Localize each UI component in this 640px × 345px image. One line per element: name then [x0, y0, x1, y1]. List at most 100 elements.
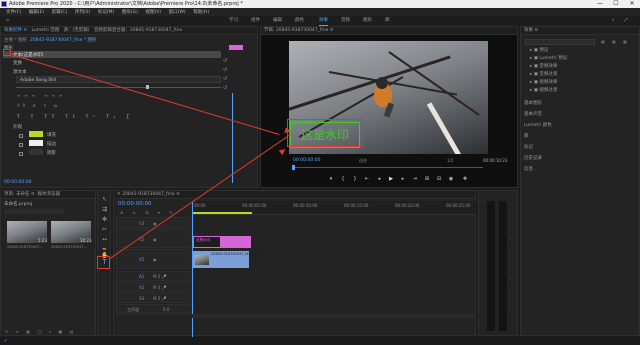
- timeline-tool-icons[interactable]: ⊕ ⊳ ⊞ ▾ ✎: [120, 210, 177, 215]
- project-search-input[interactable]: [4, 209, 64, 214]
- workspace-tab-color[interactable]: 颜色: [295, 16, 304, 25]
- mute-icon[interactable]: M S 🎤: [153, 285, 167, 290]
- tracking-controls[interactable]: VA ⇵ ↕ ⇆: [17, 103, 60, 108]
- effects-tree-item[interactable]: ▸ ▣ 音频过渡: [530, 71, 557, 77]
- video-clip-v1[interactable]: 20845-918730047_fine.mp4 [V]: [193, 251, 267, 268]
- export-frame-button[interactable]: ◉: [447, 176, 455, 182]
- source-text-item[interactable]: 源文本: [13, 69, 27, 75]
- settings-icon[interactable]: ✚: [461, 176, 469, 182]
- lift-button[interactable]: ⊞: [423, 176, 431, 182]
- effects-view-icons[interactable]: ▦ ▦ ▦: [601, 39, 630, 44]
- panel-section-history[interactable]: 历史记录: [524, 155, 542, 161]
- menu-file[interactable]: 文件(F): [6, 10, 21, 15]
- work-area-bar[interactable]: [192, 212, 252, 214]
- timeline-title-text[interactable]: 20845-918730047_fine ≡: [122, 192, 180, 197]
- font-dropdown[interactable]: Adobe Song Std: [16, 76, 221, 83]
- effects-tree-item[interactable]: ▸ ▣ 视频过渡: [530, 87, 557, 93]
- menu-help[interactable]: 帮助(H): [193, 10, 209, 15]
- panel-section-info[interactable]: 信息: [524, 166, 533, 172]
- program-playhead[interactable]: [292, 165, 295, 170]
- track-header-a3[interactable]: A3 M S 🎤: [116, 293, 191, 303]
- ripple-edit-tool-icon[interactable]: ✥: [101, 216, 108, 223]
- tab-effect-controls[interactable]: 效果控件 ≡: [4, 28, 27, 33]
- panel-section-essential-graphics[interactable]: 基本图形: [524, 100, 542, 106]
- shadow-checkbox[interactable]: [19, 151, 25, 157]
- menu-marker[interactable]: 标记(M): [98, 10, 114, 15]
- program-timecode[interactable]: 00:00:00:00: [293, 158, 320, 163]
- go-to-in-button[interactable]: ⇤: [363, 176, 371, 182]
- program-scrubber[interactable]: [293, 167, 483, 168]
- timeline-ruler[interactable]: 00:00 00:00:05:00 00:00:10:00 00:00:15:0…: [192, 201, 476, 215]
- slip-tool-icon[interactable]: ↔: [101, 236, 108, 243]
- clip-line[interactable]: 20845-918730047_fine * 图形: [30, 38, 97, 43]
- step-forward-button[interactable]: ▸: [399, 176, 407, 182]
- menu-graphics[interactable]: 图形(G): [122, 10, 138, 15]
- step-back-button[interactable]: ◂: [375, 176, 383, 182]
- menu-view[interactable]: 视图(V): [145, 10, 161, 15]
- title-clip-left[interactable]: 这是水印: [193, 236, 221, 248]
- marker-button[interactable]: ▾: [327, 176, 335, 182]
- fit-dropdown[interactable]: 适合: [359, 158, 367, 164]
- effects-tree-item[interactable]: ▸ ▣ 视频效果: [530, 79, 557, 85]
- search-icon[interactable]: ⌕: [612, 16, 615, 25]
- mark-out-button[interactable]: }: [351, 176, 359, 182]
- mini-playhead[interactable]: [232, 93, 233, 183]
- eye-icon[interactable]: ◉: [153, 237, 157, 242]
- menu-edit[interactable]: 编辑(E): [29, 10, 44, 15]
- timeline-timecode[interactable]: 00:00:00:00: [118, 201, 152, 207]
- mute-icon[interactable]: M S 🎤: [153, 274, 167, 279]
- tab-project[interactable]: 项目: 未命名 ≡: [4, 192, 35, 197]
- transform-item[interactable]: 变换: [13, 60, 22, 66]
- workspace-tab-graphics[interactable]: 图形: [363, 16, 372, 25]
- workspace-tab-assembly[interactable]: 组件: [251, 16, 260, 25]
- close-button[interactable]: ✕: [624, 0, 640, 8]
- fill-checkbox[interactable]: [19, 133, 25, 139]
- shadow-color-swatch[interactable]: [29, 149, 43, 155]
- project-footer-icons[interactable]: ✎ ≡ ▦ ◯ ⌕ ▣ ▤: [5, 329, 76, 334]
- effects-tree-item[interactable]: ▸ ▣ Lumetri 预设: [530, 55, 567, 61]
- reset-icons[interactable]: ↺ ↺ ↺ ↺: [223, 57, 227, 93]
- track-select-tool-icon[interactable]: ⇶: [101, 206, 108, 213]
- workspace-tab-audio[interactable]: 音频: [341, 16, 350, 25]
- tab-audio-mixer[interactable]: 音频剪辑混合器：20845-918730047_fine: [94, 28, 182, 33]
- workspace-tab-effects[interactable]: 效果: [319, 16, 328, 26]
- menu-sequence[interactable]: 序列(S): [75, 10, 90, 15]
- track-header-a1[interactable]: A1 M S 🎤: [116, 271, 191, 281]
- stroke-color-swatch[interactable]: [29, 140, 43, 146]
- panel-section-essential-sound[interactable]: 基本声音: [524, 111, 542, 117]
- effects-search-input[interactable]: [525, 39, 595, 45]
- effects-panel-title-text[interactable]: 效果 ≡: [524, 28, 538, 33]
- workspace-tab-libraries[interactable]: 库: [385, 16, 390, 25]
- program-monitor-title-text[interactable]: 节目: 20845-918730047_fine ≡: [264, 28, 334, 33]
- quality-dropdown[interactable]: 1/2: [447, 158, 453, 163]
- extract-button[interactable]: ⊟: [435, 176, 443, 182]
- minimize-button[interactable]: —: [592, 0, 608, 8]
- fill-color-swatch[interactable]: [29, 131, 43, 137]
- effects-tree-item[interactable]: ▸ ▣ 预设: [530, 47, 548, 53]
- eye-icon[interactable]: ◉: [153, 257, 157, 262]
- home-icon[interactable]: ⌂: [6, 16, 9, 25]
- menu-clip[interactable]: 剪辑(C): [52, 10, 68, 15]
- master-value[interactable]: 0.0: [163, 307, 169, 312]
- play-button[interactable]: ▶: [387, 176, 395, 182]
- text-style-buttons[interactable]: T T TT Tt T¹ T₁ T̲: [17, 114, 134, 119]
- workspace-tab-edit[interactable]: 编辑: [273, 16, 282, 25]
- panel-section-libraries[interactable]: 库: [524, 133, 529, 139]
- timeline-scrollbar[interactable]: [192, 314, 476, 318]
- go-to-out-button[interactable]: ⇥: [411, 176, 419, 182]
- menu-window[interactable]: 窗口(W): [169, 10, 186, 15]
- razor-tool-icon[interactable]: ✂: [101, 226, 108, 233]
- size-slider-handle[interactable]: [146, 85, 149, 89]
- expand-icon[interactable]: ⤢: [624, 16, 628, 25]
- project-item-name-2[interactable]: 20845-918730047...: [51, 245, 87, 249]
- track-header-master[interactable]: 主声道 0.0: [116, 304, 191, 314]
- workspace-tab-learn[interactable]: 学习: [229, 16, 238, 25]
- align-buttons[interactable]: ≡≡≡ ≡≡≡: [17, 93, 66, 98]
- track-header-v1[interactable]: V1 ◉: [116, 249, 191, 269]
- project-item-name-1[interactable]: 20845-918730047...: [7, 245, 43, 249]
- tab-lumetri-scopes[interactable]: Lumetri 范围: [32, 28, 60, 33]
- tab-media-browser[interactable]: 媒体浏览器: [38, 192, 61, 197]
- stroke-checkbox[interactable]: [19, 142, 25, 148]
- track-header-a2[interactable]: A2 M S 🎤: [116, 282, 191, 292]
- effects-tree-item[interactable]: ▸ ▣ 音频效果: [530, 63, 557, 69]
